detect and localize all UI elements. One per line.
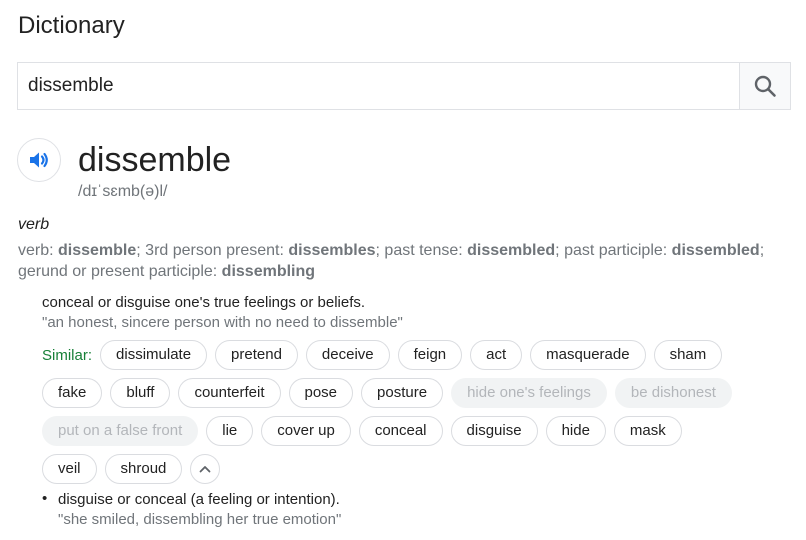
similar-chip[interactable]: pose [288, 378, 354, 408]
chevron-up-icon [199, 466, 211, 473]
definition-2: disguise or conceal (a feeling or intent… [58, 491, 340, 508]
similar-chip[interactable]: feign [397, 340, 463, 370]
similar-chip[interactable]: pretend [215, 340, 298, 370]
similar-chip[interactable]: counterfeit [178, 378, 281, 408]
similar-chip[interactable]: act [470, 340, 523, 370]
similar-chip[interactable]: disguise [450, 416, 538, 446]
similar-chip[interactable]: shroud [104, 454, 183, 484]
similar-chip[interactable]: sham [653, 340, 723, 370]
similar-row: veil shroud [42, 454, 782, 484]
part-of-speech: verb [18, 216, 50, 233]
similar-chip[interactable]: bluff [110, 378, 171, 408]
similar-chip[interactable]: posture [361, 378, 444, 408]
forms-sep: ; 3rd person present: [136, 242, 289, 259]
similar-chip[interactable]: mask [613, 416, 682, 446]
similar-row: Similar: dissimulate pretend deceive fei… [42, 340, 782, 370]
sense-2-text: disguise or conceal (a feeling or intent… [58, 490, 341, 529]
similar-chip-muted[interactable]: hide one's feelings [451, 378, 607, 408]
speaker-icon [30, 152, 48, 168]
similar-words: Similar: dissimulate pretend deceive fei… [42, 340, 782, 492]
search-button[interactable] [739, 63, 790, 109]
example-2: "she smiled, dissembling her true emotio… [58, 511, 342, 528]
forms-sep: ; past participle: [555, 242, 672, 259]
phonetic-spelling: /dɪˈsɛmb(ə)l/ [78, 183, 168, 200]
search-icon [754, 75, 776, 97]
similar-chip[interactable]: veil [42, 454, 97, 484]
headword: dissemble [78, 141, 232, 179]
form-base: dissemble [58, 242, 137, 259]
similar-chip[interactable]: cover up [261, 416, 351, 446]
similar-row: fake bluff counterfeit pose posture hide… [42, 378, 782, 408]
page-title: Dictionary [18, 12, 125, 39]
form-gerund: dissembling [221, 263, 316, 280]
form-third-person: dissembles [288, 242, 376, 259]
similar-chip-muted[interactable]: be dishonest [614, 378, 732, 408]
forms-sep: ; past tense: [375, 242, 468, 259]
search-input[interactable] [18, 63, 739, 109]
similar-chip[interactable]: lie [206, 416, 254, 446]
similar-row: put on a false front lie cover up concea… [42, 416, 782, 446]
similar-chip[interactable]: fake [42, 378, 103, 408]
pronunciation-button[interactable] [17, 138, 61, 182]
similar-chip-muted[interactable]: put on a false front [42, 416, 199, 446]
collapse-similar-button[interactable] [190, 454, 221, 484]
similar-chip[interactable]: deceive [305, 340, 390, 370]
forms-prefix: verb: [18, 242, 59, 259]
similar-chip[interactable]: dissimulate [100, 340, 208, 370]
form-past-tense: dissembled [467, 242, 556, 259]
similar-chip[interactable]: masquerade [530, 340, 646, 370]
sense-bullet: • [42, 490, 48, 507]
search-box [17, 62, 791, 110]
sense-2: • disguise or conceal (a feeling or inte… [42, 490, 341, 529]
form-past-participle: dissembled [671, 242, 760, 259]
word-forms: verb: dissemble; 3rd person present: dis… [18, 240, 788, 282]
definition-1: conceal or disguise one's true feelings … [42, 294, 366, 311]
example-1: "an honest, sincere person with no need … [42, 314, 403, 331]
similar-chip[interactable]: hide [545, 416, 606, 446]
similar-label: Similar: [42, 346, 93, 364]
similar-chip[interactable]: conceal [358, 416, 443, 446]
